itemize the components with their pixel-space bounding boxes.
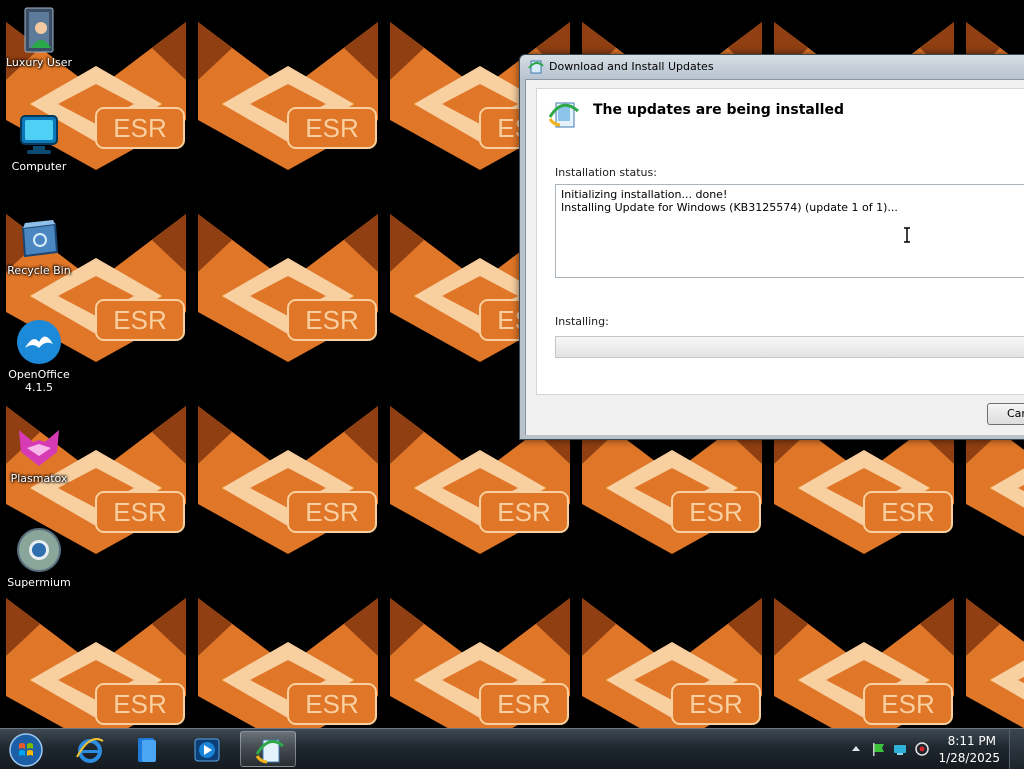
ie-icon [76,738,104,763]
openoffice-icon [17,320,61,364]
content-panel: The updates are being installed Installa… [536,88,1024,395]
user-icon [24,7,54,53]
windows-update-icon [528,60,544,74]
install-progress-bar [555,336,1024,358]
desktop-icon-label: Supermium [7,576,71,589]
taskbar-media-player[interactable] [178,731,234,767]
status-line: Initializing installation... done! [561,188,728,201]
wallpaper-tile-text: ESR [305,305,358,335]
wallpaper-tile-text: ESR [113,497,166,527]
desktop-icon-plasmatox[interactable]: Plasmatox [2,422,76,485]
start-button[interactable] [8,732,44,768]
desktop-icon-label: Computer [11,160,67,173]
taskbar-windows-update[interactable] [240,731,296,767]
wallpaper-tile: ESR [966,598,1024,728]
wallpaper-tile-text: ESR [497,497,550,527]
installation-status-log[interactable]: Initializing installation... done! Insta… [555,184,1024,278]
dialog-titlebar[interactable]: Download and Install Updates [520,55,1024,79]
wallpaper-tile-text: ESR [305,113,358,143]
computer-icon [20,115,58,154]
desktop-icon-label: Plasmatox [10,472,68,485]
clock-time[interactable]: 8:11 PM [948,734,996,748]
wallpaper-tile-text: ESR [881,689,934,719]
recycle-bin-icon [21,220,59,258]
wallpaper-tile: ESR [774,598,954,728]
desktop-icon-label: OpenOffice 4.1.5 [8,368,70,394]
taskbar-internet-explorer[interactable] [61,731,117,767]
wallpaper-tile: ESR [582,598,762,728]
wallpaper-tile: ESR [198,22,378,170]
desktop-icon-openoffice[interactable]: OpenOffice 4.1.5 [2,318,76,394]
wallpaper-tile: ESR [198,406,378,554]
volume-icon[interactable] [914,741,930,757]
desktop-icon-supermium[interactable]: Supermium [2,526,76,589]
desktop-icon-recycle-bin[interactable]: Recycle Bin [2,214,76,277]
desktop-icon-label: Luxury User [6,56,72,69]
update-icon [255,739,284,764]
network-icon[interactable] [892,741,908,757]
media-player-icon [194,738,220,762]
text-cursor-icon [904,227,910,243]
wallpaper-tile-text: ESR [689,689,742,719]
dialog-title: Download and Install Updates [549,60,714,73]
desktop-icon-computer[interactable]: Computer [2,110,76,173]
installation-status-label: Installation status: [555,166,657,179]
system-tray: 8:11 PM 1/28/2025 [834,729,1024,769]
show-desktop-button[interactable] [1009,729,1024,769]
plasmatox-icon [19,430,59,466]
wallpaper-tile-text: ESR [113,689,166,719]
wallpaper-tile-text: ESR [497,689,550,719]
cancel-button[interactable]: Cance [987,403,1024,425]
wallpaper-tile-text: ESR [305,497,358,527]
action-center-flag-icon[interactable] [870,741,886,757]
status-line: Installing Update for Windows (KB3125574… [561,201,898,214]
wallpaper-tile-text: ESR [881,497,934,527]
wallpaper-tile: ESR [198,598,378,728]
supermium-icon [17,528,61,572]
dialog-body: The updates are being installed Installa… [525,79,1024,435]
windows-update-large-icon [548,102,579,128]
desktop-icon-luxury-user[interactable]: Luxury User [2,6,76,69]
folder-icon [138,738,156,762]
clock-date[interactable]: 1/28/2025 [938,751,1000,765]
taskbar-file-explorer[interactable] [118,731,174,767]
update-dialog-window: Download and Install Updates The updates… [519,54,1024,440]
wallpaper-tile: ESR [198,214,378,362]
wallpaper-tile-text: ESR [305,689,358,719]
taskbar: 8:11 PM 1/28/2025 [0,728,1024,769]
wallpaper-tile: ESR [390,598,570,728]
installing-label: Installing: [555,315,609,328]
wallpaper-tile-text: ESR [689,497,742,527]
dialog-heading: The updates are being installed [593,102,844,118]
wallpaper-tile: ESR [6,598,186,728]
wallpaper-tile-text: ESR [113,305,166,335]
show-hidden-icons-icon[interactable] [848,741,864,757]
desktop-icon-label: Recycle Bin [7,264,71,277]
wallpaper-tile-text: ESR [113,113,166,143]
